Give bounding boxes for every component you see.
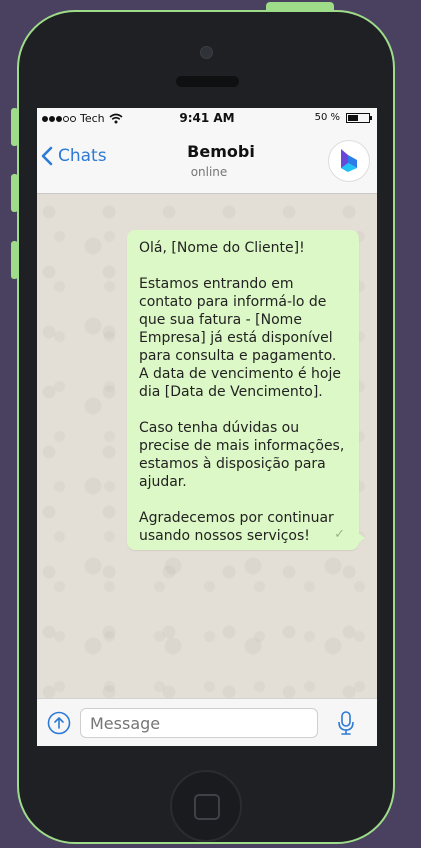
chat-header: Chats Bemobi online: [37, 130, 377, 194]
bemobi-logo-icon: [341, 149, 357, 172]
attach-button[interactable]: [47, 711, 71, 739]
contact-name[interactable]: Bemobi: [37, 142, 377, 161]
home-button[interactable]: [170, 770, 242, 842]
contact-avatar[interactable]: [328, 140, 370, 182]
mic-button[interactable]: [336, 710, 356, 740]
home-square-icon: [194, 794, 220, 820]
phone-screen: Tech 9:41 AM 50 % Chats Bemobi online Ol…: [37, 108, 377, 746]
front-camera: [200, 46, 213, 59]
chat-area: Olá, [Nome do Cliente]! Estamos entrando…: [37, 194, 377, 698]
input-bar: [37, 698, 377, 746]
battery-icon: [346, 112, 372, 123]
message-input[interactable]: [80, 708, 318, 738]
message-greeting: Olá, [Nome do Cliente]!: [139, 240, 305, 256]
status-right: 50 %: [314, 112, 372, 123]
earpiece-speaker: [176, 76, 239, 87]
upload-arrow-icon: [47, 711, 71, 735]
battery-percent: 50 %: [314, 112, 340, 123]
message-body: Estamos entrando em contato para informá…: [139, 276, 341, 400]
contact-status: online: [190, 165, 228, 179]
microphone-icon: [338, 711, 354, 735]
message-help: Caso tenha dúvidas ou precise de mais in…: [139, 420, 345, 490]
check-icon: ✓: [334, 527, 345, 542]
message-thanks: Agradecemos por continuar usando nossos …: [139, 510, 334, 544]
message-bubble[interactable]: Olá, [Nome do Cliente]! Estamos entrando…: [127, 230, 365, 550]
status-bar: Tech 9:41 AM 50 %: [37, 108, 377, 130]
bubble-tail: [357, 532, 365, 544]
